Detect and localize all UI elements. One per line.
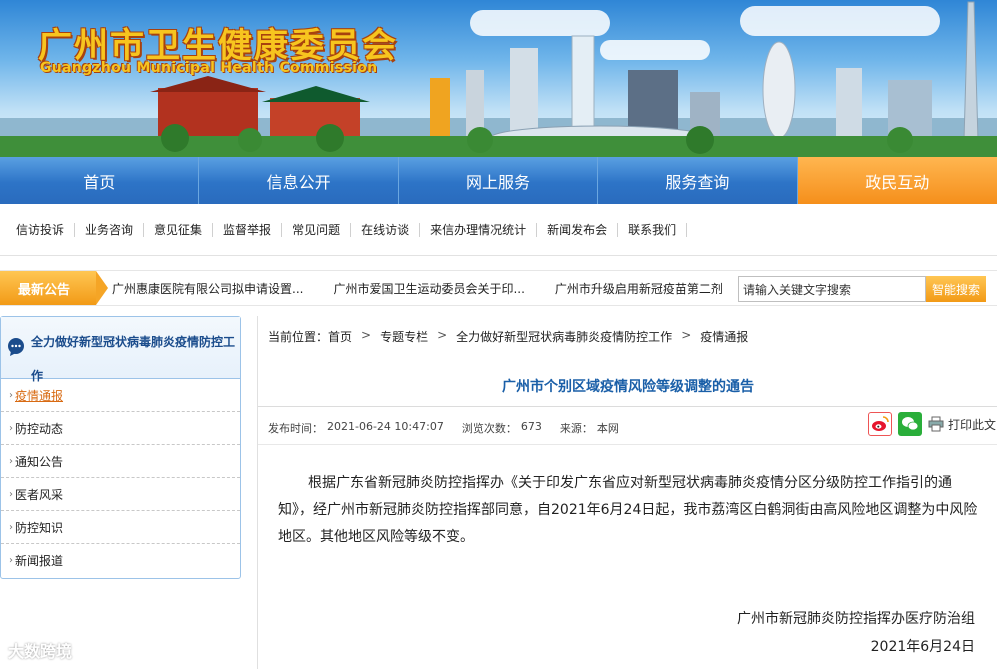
sidebar-item-news-reports[interactable]: › 新闻报道 bbox=[1, 544, 240, 577]
search-input[interactable] bbox=[738, 276, 926, 302]
subnav-letter-stats[interactable]: 来信办理情况统计 bbox=[420, 222, 538, 237]
divider bbox=[258, 444, 997, 445]
breadcrumb-separator: > bbox=[681, 328, 692, 342]
breadcrumb-topic[interactable]: 全力做好新型冠状病毒肺炎疫情防控工作 bbox=[456, 328, 672, 345]
sidebar-item-label: 通知公告 bbox=[15, 454, 64, 469]
subnav-faq[interactable]: 常见问题 bbox=[282, 222, 352, 237]
views-label: 浏览次数： bbox=[461, 422, 517, 435]
article-content: 当前位置： 首页 > 专题专栏 > 全力做好新型冠状病毒肺炎疫情防控工作 > 疫… bbox=[257, 316, 997, 669]
publish-time: 2021-06-24 10:47:07 bbox=[327, 420, 444, 433]
sub-navigation: 信访投诉 业务咨询 意见征集 监督举报 常见问题 在线访谈 来信办理情况统计 新… bbox=[0, 204, 997, 256]
smart-search-button[interactable]: 智能搜索 bbox=[926, 276, 986, 302]
article-body: 根据广东省新冠肺炎防控指挥办《关于印发广东省应对新型冠状病毒肺炎疫情分区分级防控… bbox=[278, 475, 978, 545]
breadcrumb-separator: > bbox=[361, 328, 372, 342]
chat-bubble-icon bbox=[8, 338, 24, 356]
notice-label: 最新公告 bbox=[0, 271, 108, 305]
main-navigation: 首页 信息公开 网上服务 服务查询 政民互动 bbox=[0, 157, 997, 204]
sidebar-item-prevention-knowledge[interactable]: › 防控知识 bbox=[1, 511, 240, 544]
subnav-consultation[interactable]: 业务咨询 bbox=[75, 222, 145, 237]
print-icon[interactable] bbox=[928, 416, 944, 432]
article-meta: 发布时间： 2021-06-24 10:47:07 浏览次数： 673 来源： … bbox=[268, 420, 623, 436]
bullet-icon: › bbox=[9, 521, 13, 533]
bullet-icon: › bbox=[9, 422, 13, 434]
sidebar-title: 全力做好新型冠状病毒肺炎疫情防控工作 bbox=[31, 335, 236, 383]
notice-bar: 最新公告 广州惠康医院有限公司拟申请设置... 广州市爱国卫生运动委员会关于印.… bbox=[0, 270, 997, 306]
notice-item[interactable]: 广州惠康医院有限公司拟申请设置... bbox=[112, 280, 303, 297]
source-value: 本网 bbox=[596, 422, 619, 435]
sidebar-item-prevention-news[interactable]: › 防控动态 bbox=[1, 412, 240, 445]
subnav-feedback[interactable]: 意见征集 bbox=[144, 222, 214, 237]
sidebar-item-notices[interactable]: › 通知公告 bbox=[1, 445, 240, 478]
sidebar: 全力做好新型冠状病毒肺炎疫情防控工作 › 疫情通报 › 防控动态 › 通知公告 … bbox=[0, 316, 241, 579]
wechat-icon[interactable] bbox=[898, 412, 922, 436]
article-title: 广州市个别区域疫情风险等级调整的通告 bbox=[502, 379, 754, 395]
breadcrumb: 当前位置： 首页 > 专题专栏 > 全力做好新型冠状病毒肺炎疫情防控工作 > 疫… bbox=[268, 328, 748, 345]
share-tools: 打印此文 bbox=[868, 412, 996, 436]
subnav-interview[interactable]: 在线访谈 bbox=[351, 222, 421, 237]
subnav-contact[interactable]: 联系我们 bbox=[618, 222, 688, 237]
main-nav-home[interactable]: 首页 bbox=[0, 157, 200, 204]
sidebar-item-label: 新闻报道 bbox=[15, 554, 64, 568]
source-label: 来源： bbox=[559, 422, 593, 435]
breadcrumb-special-column[interactable]: 专题专栏 bbox=[380, 328, 428, 345]
bullet-icon: › bbox=[9, 488, 13, 500]
bullet-icon: › bbox=[9, 389, 13, 401]
breadcrumb-current[interactable]: 疫情通报 bbox=[700, 328, 748, 345]
views-count: 673 bbox=[520, 420, 542, 433]
breadcrumb-prefix: 当前位置： bbox=[268, 330, 329, 344]
divider bbox=[258, 406, 997, 407]
notice-item[interactable]: 广州市升级启用新冠疫苗第二剂 bbox=[555, 280, 723, 297]
breadcrumb-separator: > bbox=[437, 328, 448, 342]
subnav-report[interactable]: 监督举报 bbox=[213, 222, 283, 237]
notice-item[interactable]: 广州市爱国卫生运动委员会关于印... bbox=[333, 280, 524, 297]
weibo-icon[interactable] bbox=[868, 412, 892, 436]
publish-time-label: 发布时间： bbox=[268, 422, 323, 435]
signature-date: 2021年6月24日 bbox=[870, 639, 975, 655]
main-nav-service-query[interactable]: 服务查询 bbox=[598, 157, 798, 204]
bullet-icon: › bbox=[9, 455, 13, 467]
site-subtitle: Guangzhou Municipal Health Commission bbox=[40, 60, 378, 76]
site-banner: 广州市卫生健康委员会 Guangzhou Municipal Health Co… bbox=[0, 0, 997, 157]
sidebar-header: 全力做好新型冠状病毒肺炎疫情防控工作 bbox=[1, 317, 240, 383]
breadcrumb-home[interactable]: 首页 bbox=[328, 328, 352, 345]
sidebar-item-label: 医者风采 bbox=[15, 487, 64, 502]
subnav-petition[interactable]: 信访投诉 bbox=[6, 222, 76, 237]
main-nav-public-interaction[interactable]: 政民互动 bbox=[797, 157, 997, 204]
watermark-logo: 大数跨境 bbox=[8, 642, 73, 661]
notice-list: 广州惠康医院有限公司拟申请设置... 广州市爱国卫生运动委员会关于印... 广州… bbox=[112, 271, 753, 305]
print-article-link[interactable]: 打印此文 bbox=[948, 416, 996, 433]
signature-organization: 广州市新冠肺炎防控指挥办医疗防治组 bbox=[737, 611, 975, 627]
main-nav-info-disclosure[interactable]: 信息公开 bbox=[199, 157, 399, 204]
sidebar-item-label: 防控知识 bbox=[15, 520, 64, 535]
bullet-icon: › bbox=[9, 555, 13, 566]
sidebar-item-medical-staff[interactable]: › 医者风采 bbox=[1, 478, 240, 511]
main-nav-online-services[interactable]: 网上服务 bbox=[399, 157, 599, 204]
sidebar-item-label: 防控动态 bbox=[15, 421, 64, 436]
subnav-press[interactable]: 新闻发布会 bbox=[537, 222, 619, 237]
